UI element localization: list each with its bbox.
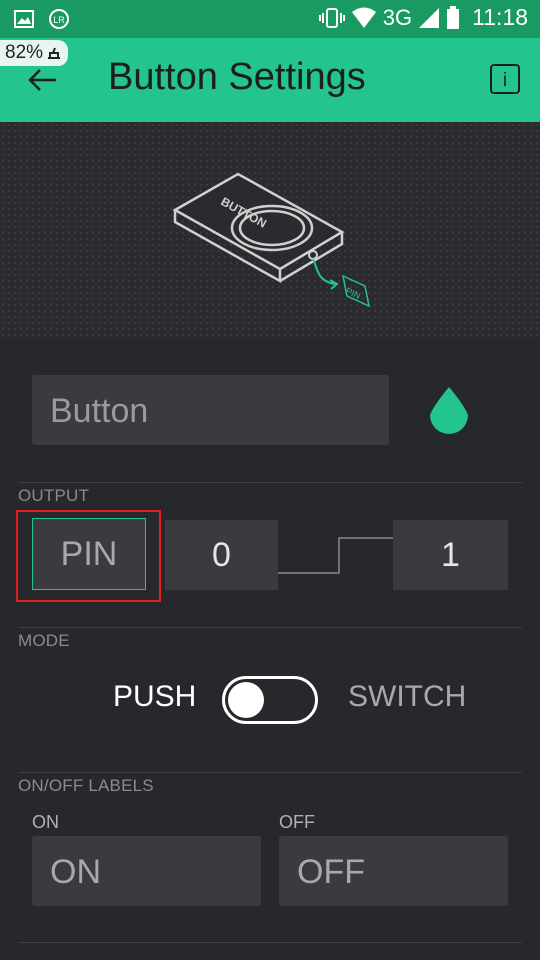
- output-high-value-input[interactable]: 1: [393, 520, 508, 590]
- signal-icon: [419, 7, 440, 28]
- vibrate-icon: [318, 7, 345, 28]
- widget-illustration: BUTTON PIN: [0, 122, 540, 338]
- pin-tag-label: PIN: [344, 286, 362, 301]
- off-caption: OFF: [279, 812, 315, 832]
- onoff-labels-section-label: ON/OFF LABELS: [18, 776, 154, 795]
- mode-section-label: MODE: [18, 631, 70, 650]
- wifi-icon: [351, 7, 376, 28]
- divider: [18, 627, 522, 628]
- divider: [18, 482, 522, 483]
- page-title: Button Settings: [108, 56, 366, 98]
- output-section-label: OUTPUT: [18, 486, 90, 505]
- mode-push-label[interactable]: PUSH: [113, 680, 196, 714]
- battery-icon: [447, 5, 460, 29]
- mode-toggle-switch[interactable]: [222, 676, 318, 724]
- charging-icon: [48, 47, 61, 59]
- toggle-knob: [228, 682, 264, 718]
- svg-text:LR: LR: [53, 15, 65, 25]
- mode-switch-label[interactable]: SWITCH: [348, 680, 466, 714]
- status-bar: LR 3G 11:18: [0, 0, 540, 38]
- clock: 11:18: [472, 4, 528, 30]
- vpn-notification-icon: LR: [49, 9, 69, 29]
- divider: [18, 772, 522, 773]
- divider: [18, 942, 522, 943]
- off-label-input[interactable]: OFF: [279, 836, 508, 906]
- color-picker-drop-icon[interactable]: [426, 385, 472, 437]
- widget-name-input[interactable]: Button: [32, 375, 389, 445]
- network-type: 3G: [382, 4, 413, 30]
- on-caption: ON: [32, 812, 59, 832]
- button-device-illustration: BUTTON PIN: [172, 172, 371, 308]
- info-button[interactable]: i: [490, 64, 520, 94]
- back-arrow-icon[interactable]: [26, 60, 60, 100]
- gallery-notification-icon: [14, 10, 34, 28]
- on-label-input[interactable]: ON: [32, 836, 261, 906]
